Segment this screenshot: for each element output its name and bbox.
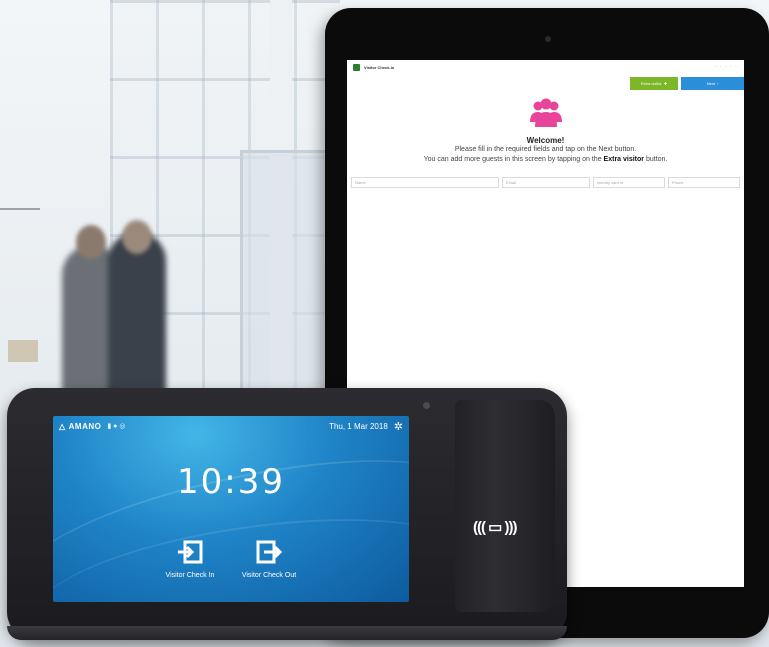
terminal-camera — [423, 402, 430, 409]
amano-terminal-device: △ AMANO ▮ ● ◎ Thu, 1 Mar 2018 ✲ 10:39 Vi… — [7, 388, 567, 640]
blurred-person — [108, 232, 166, 397]
amano-brand: △ AMANO — [59, 422, 101, 431]
terminal-clock: 10:39 — [177, 462, 285, 502]
app-logo-icon — [353, 63, 360, 71]
brand-name: AMANO — [68, 421, 102, 431]
name-field[interactable]: Name — [351, 177, 499, 188]
rfid-card-reader[interactable]: ((( ▭ ))) — [455, 400, 555, 612]
visitor-form-row: Name Email Identity card nr. Phone — [351, 177, 740, 188]
app-header: Visitor Check-in ◦ ◦ ◦ ◦ ◦ — [347, 60, 744, 74]
check-out-label: Visitor Check Out — [241, 572, 297, 579]
phone-field[interactable]: Phone — [668, 177, 740, 188]
blurred-person-head — [76, 225, 106, 259]
visitor-check-out-button[interactable]: Visitor Check Out — [229, 540, 309, 579]
extra-visitor-label: Extra visitor — [640, 81, 662, 86]
instruction-suffix: button. — [644, 156, 668, 163]
wall-rail — [0, 208, 40, 210]
app-title: Visitor Check-in — [364, 64, 395, 70]
identity-card-field[interactable]: Identity card nr. — [593, 177, 665, 188]
glass-door — [240, 150, 330, 400]
instruction-line-2: You can add more guests in this screen b… — [347, 156, 744, 163]
visitors-group-icon — [530, 98, 562, 127]
tablet-camera — [545, 36, 551, 42]
terminal-base — [7, 626, 567, 640]
wall-sign — [8, 340, 38, 362]
amano-logo-icon: △ — [59, 421, 66, 431]
next-button[interactable]: Next › — [681, 77, 744, 90]
visitor-check-in-button[interactable]: Visitor Check In — [150, 540, 230, 579]
contactless-card-icon: ((( ▭ ))) — [473, 519, 517, 536]
header-icons[interactable]: ◦ ◦ ◦ ◦ ◦ — [715, 64, 738, 70]
check-in-label: Visitor Check In — [165, 572, 215, 579]
instruction-line-1: Please fill in the required fields and t… — [454, 146, 637, 153]
instruction-prefix: You can add more guests in this screen b… — [423, 156, 604, 163]
blurred-person-head — [122, 220, 152, 254]
status-icons: ▮ ● ◎ — [107, 423, 126, 430]
welcome-title: Welcome! — [526, 136, 565, 145]
check-out-icon — [256, 540, 283, 564]
action-buttons: Extra visitor ✚ Next › — [630, 77, 744, 90]
plus-icon: ✚ — [663, 81, 668, 86]
next-label: Next — [706, 81, 715, 86]
terminal-date: Thu, 1 Mar 2018 — [329, 421, 388, 431]
terminal-status-bar: △ AMANO ▮ ● ◎ Thu, 1 Mar 2018 ✲ — [53, 416, 409, 436]
terminal-screen: △ AMANO ▮ ● ◎ Thu, 1 Mar 2018 ✲ 10:39 Vi… — [53, 416, 409, 602]
chevron-right-icon: › — [716, 81, 719, 86]
check-in-icon — [178, 540, 203, 564]
gear-icon[interactable]: ✲ — [394, 420, 403, 433]
instruction-bold: Extra visitor — [603, 156, 645, 163]
extra-visitor-button[interactable]: Extra visitor ✚ — [630, 77, 678, 90]
email-field[interactable]: Email — [502, 177, 590, 188]
